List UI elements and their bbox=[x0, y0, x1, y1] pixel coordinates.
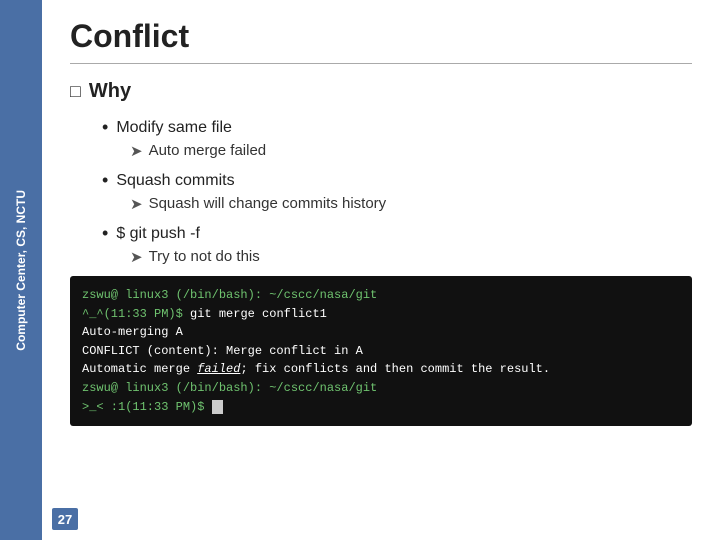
term-cmd-2: git merge conflict1 bbox=[190, 307, 327, 321]
why-label: Why bbox=[89, 80, 131, 103]
term-failed-after: ; fix conflicts and then commit the resu… bbox=[240, 362, 550, 376]
main-content: Conflict □ Why • Modify same file ➤ Auto… bbox=[42, 0, 720, 540]
sidebar: Computer Center, CS, NCTU bbox=[0, 0, 42, 540]
page-number: 27 bbox=[52, 508, 78, 530]
bullet-text-3: $ git push -f bbox=[116, 225, 200, 243]
bullet-dot-2: • bbox=[102, 170, 108, 191]
arrow-icon-1: ➤ bbox=[130, 142, 143, 160]
bullet-section-2: • Squash commits ➤ Squash will change co… bbox=[102, 170, 692, 213]
bullet-dot-1: • bbox=[102, 117, 108, 138]
bullet-section-3: • $ git push -f ➤ Try to not do this bbox=[102, 223, 692, 266]
term-prompt-1: zswu@ linux3 (/bin/bash): ~/cscc/nasa/gi… bbox=[82, 288, 377, 302]
bullet-text-1: Modify same file bbox=[116, 119, 232, 137]
term-line-2: ^_^(11:33 PM)$ git merge conflict1 bbox=[82, 305, 680, 324]
term-line-5: Automatic merge failed; fix conflicts an… bbox=[82, 360, 680, 379]
sub-bullet-1-1: ➤ Auto merge failed bbox=[130, 142, 692, 160]
sidebar-label: Computer Center, CS, NCTU bbox=[13, 190, 30, 351]
sub-bullet-3-1: ➤ Try to not do this bbox=[130, 248, 692, 266]
term-conflict: CONFLICT (content): Merge conflict in A bbox=[82, 344, 363, 358]
sub-text-2-1: Squash will change commits history bbox=[149, 195, 387, 212]
page-title: Conflict bbox=[70, 18, 692, 55]
bullet-text-2: Squash commits bbox=[116, 172, 234, 190]
bullet-main-1: • Modify same file bbox=[102, 117, 692, 138]
bullet-dot-3: • bbox=[102, 223, 108, 244]
term-prompt-3: zswu@ linux3 (/bin/bash): ~/cscc/nasa/gi… bbox=[82, 381, 377, 395]
term-line-6: zswu@ linux3 (/bin/bash): ~/cscc/nasa/gi… bbox=[82, 379, 680, 398]
bullet-main-2: • Squash commits bbox=[102, 170, 692, 191]
checkbox-icon: □ bbox=[70, 81, 81, 102]
term-line-7: >_< :1(11:33 PM)$ bbox=[82, 398, 680, 417]
sub-bullet-2-1: ➤ Squash will change commits history bbox=[130, 195, 692, 213]
term-prompt-2: ^_^(11:33 PM)$ bbox=[82, 307, 190, 321]
title-divider bbox=[70, 63, 692, 64]
term-line-1: zswu@ linux3 (/bin/bash): ~/cscc/nasa/gi… bbox=[82, 286, 680, 305]
arrow-icon-2: ➤ bbox=[130, 195, 143, 213]
content-area: □ Why • Modify same file ➤ Auto merge fa… bbox=[70, 80, 692, 530]
term-line-3: Auto-merging A bbox=[82, 323, 680, 342]
bullet-main-3: • $ git push -f bbox=[102, 223, 692, 244]
term-line-4: CONFLICT (content): Merge conflict in A bbox=[82, 342, 680, 361]
term-auto: Auto-merging A bbox=[82, 325, 183, 339]
arrow-icon-3: ➤ bbox=[130, 248, 143, 266]
term-failed-word: failed bbox=[197, 362, 240, 376]
sub-text-1-1: Auto merge failed bbox=[149, 142, 267, 159]
why-row: □ Why bbox=[70, 80, 692, 103]
term-cursor-prompt: >_< :1(11:33 PM)$ bbox=[82, 400, 212, 414]
bullet-section-1: • Modify same file ➤ Auto merge failed bbox=[102, 117, 692, 160]
term-failed-before: Automatic merge bbox=[82, 362, 197, 376]
terminal-block: zswu@ linux3 (/bin/bash): ~/cscc/nasa/gi… bbox=[70, 276, 692, 426]
term-cursor bbox=[212, 400, 223, 414]
sub-text-3-1: Try to not do this bbox=[149, 248, 260, 265]
